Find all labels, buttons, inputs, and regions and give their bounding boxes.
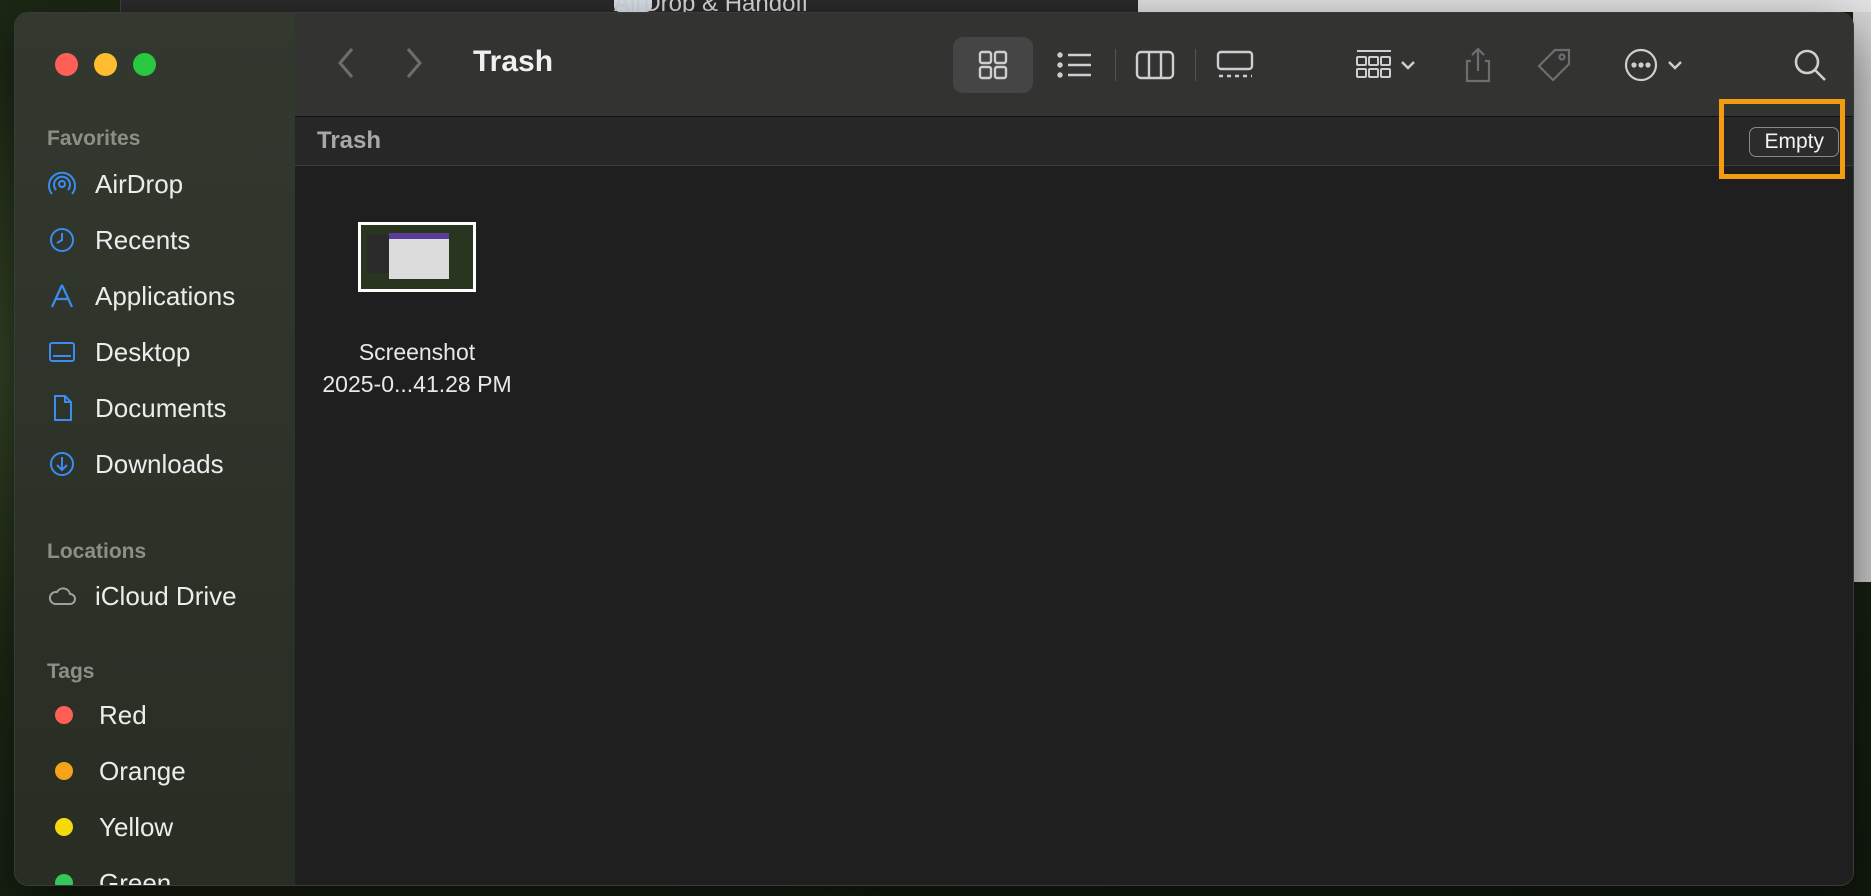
sidebar-item-label: Documents [95,392,227,423]
tag-button[interactable] [1529,37,1579,93]
chevron-right-icon [406,48,422,78]
icon-view-button[interactable] [953,37,1033,93]
back-button[interactable] [331,43,361,83]
airdrop-icon [47,169,77,199]
thumbnail-window-bar [389,233,449,239]
minimize-window-button[interactable] [94,53,117,76]
applications-icon [47,281,77,311]
sidebar-item-airdrop[interactable]: AirDrop [47,162,287,206]
columns-icon [1135,50,1175,80]
sidebar-item-downloads[interactable]: Downloads [47,442,287,486]
trash-header-label: Trash [317,127,382,154]
sidebar-item-label: Green [99,867,172,886]
search-icon [1794,49,1826,81]
yellow-tag-dot-icon [55,818,73,836]
more-actions-button[interactable] [1613,37,1693,93]
toolbar-divider [1195,49,1196,81]
red-tag-dot-icon [55,706,73,724]
sidebar: Favorites AirDrop Recents Applications D… [15,13,296,885]
sidebar-tag-yellow[interactable]: Yellow [47,805,287,849]
tag-icon [1537,48,1571,82]
gallery-view-button[interactable] [1203,37,1267,93]
download-icon [47,449,77,479]
thumbnail-window [389,233,449,279]
sidebar-item-label: Orange [99,755,186,786]
background-window-right [1138,0,1871,12]
toolbar-divider [1115,49,1116,81]
sidebar-item-label: AirDrop [95,168,184,199]
background-window-edge [1853,12,1871,582]
tags-heading: Tags [47,660,95,683]
screenshot-thumbnail [358,222,476,292]
group-by-button[interactable] [1343,37,1427,93]
desktop-icon [47,337,77,367]
search-button[interactable] [1785,37,1835,93]
chevron-down-icon [1668,61,1682,70]
sidebar-tag-red[interactable]: Red [47,693,287,737]
file-name-line-2: 2025-0...41.28 PM [322,371,512,397]
sidebar-item-label: Desktop [95,336,191,367]
gallery-icon [1216,50,1254,78]
chevron-down-icon [1401,61,1415,70]
document-icon [47,393,77,423]
locations-heading: Locations [47,540,147,563]
zoom-window-button[interactable] [133,53,156,76]
share-icon [1465,47,1491,83]
sidebar-item-label: Downloads [95,448,224,479]
grid-icon [978,50,1008,80]
window-controls [55,53,156,76]
close-window-button[interactable] [55,53,78,76]
sidebar-tag-orange[interactable]: Orange [47,749,287,793]
forward-button[interactable] [399,43,429,83]
toolbar: Trash [295,13,1853,117]
window-title: Trash [473,45,554,78]
sidebar-item-recents[interactable]: Recents [47,218,287,262]
sidebar-item-label: Applications [95,280,236,311]
file-name: Screenshot 2025-0...41.28 PM [317,336,517,400]
ellipsis-circle-icon [1624,48,1658,82]
sidebar-item-label: Recents [95,224,191,255]
file-name-line-1: Screenshot [358,339,476,365]
file-item[interactable]: Screenshot 2025-0...41.28 PM [317,222,517,400]
group-grid-icon [1356,50,1391,78]
clock-icon [47,225,77,255]
list-icon [1057,52,1091,78]
green-tag-dot-icon [55,874,73,885]
trash-header-bar: Trash Empty [295,117,1853,166]
sidebar-item-icloud-drive[interactable]: iCloud Drive [47,574,287,618]
sidebar-item-label: Yellow [99,811,174,842]
sidebar-item-label: Red [99,699,147,730]
share-button[interactable] [1453,37,1503,93]
sidebar-tag-green[interactable]: Green [47,861,287,886]
favorites-heading: Favorites [47,127,141,150]
sidebar-item-desktop[interactable]: Desktop [47,330,287,374]
chevron-left-icon [338,48,354,78]
sidebar-item-applications[interactable]: Applications [47,274,287,318]
finder-window: Favorites AirDrop Recents Applications D… [14,12,1854,886]
file-area: Screenshot 2025-0...41.28 PM [295,166,1853,885]
sidebar-item-label: iCloud Drive [95,580,237,611]
orange-tag-dot-icon [55,762,73,780]
sidebar-item-documents[interactable]: Documents [47,386,287,430]
cloud-icon [47,581,77,611]
empty-trash-button[interactable]: Empty [1749,127,1839,157]
column-view-button[interactable] [1123,37,1187,93]
list-view-button[interactable] [1043,37,1107,93]
